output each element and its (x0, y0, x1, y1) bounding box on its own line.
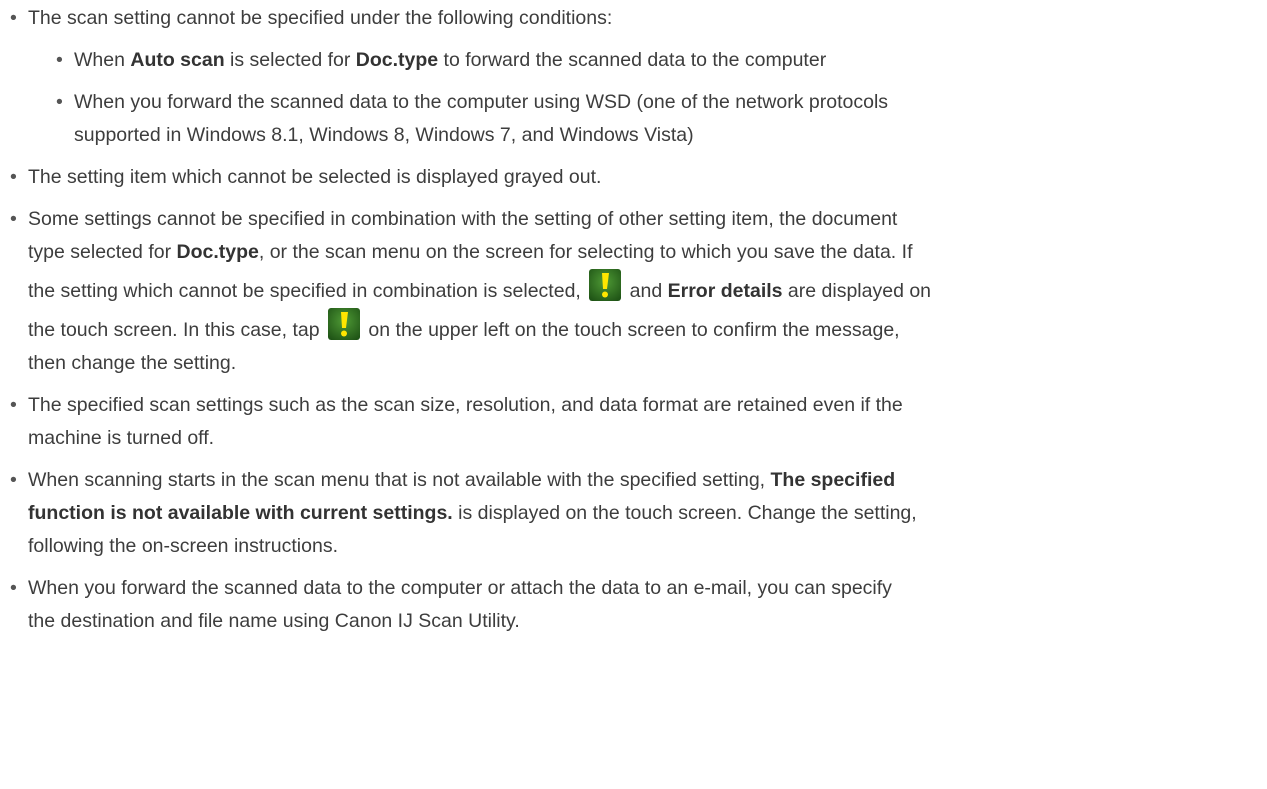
notes-list: The scan setting cannot be specified und… (0, 2, 1267, 638)
note-item-retained-settings: The specified scan settings such as the … (0, 389, 1267, 455)
note-item-grayed-out: The setting item which cannot be selecte… (0, 161, 1267, 194)
warning-exclamation-icon (589, 269, 622, 301)
note-text: The setting item which cannot be selecte… (28, 166, 602, 188)
bold-auto-scan: Auto scan (130, 49, 225, 71)
text-segment: is selected for (224, 49, 356, 71)
bold-doc-type: Doc.type (176, 241, 259, 263)
condition-auto-scan: When Auto scan is selected for Doc.type … (28, 44, 1267, 77)
text-line: When you forward the scanned data to the… (28, 577, 892, 599)
text-segment: to forward the scanned data to the compu… (438, 49, 827, 71)
condition-wsd: When you forward the scanned data to the… (28, 86, 1267, 152)
note-item-scan-conditions: The scan setting cannot be specified und… (0, 2, 1267, 152)
text-segment: and (624, 280, 668, 302)
text-line: then change the setting. (28, 352, 237, 374)
text-segment: , or the scan menu on the screen for sel… (258, 241, 913, 263)
warning-exclamation-icon (328, 308, 361, 340)
text-line: machine is turned off. (28, 427, 215, 449)
text-line: supported in Windows 8.1, Windows 8, Win… (74, 124, 694, 146)
note-item-unavailable-function: When scanning starts in the scan menu th… (0, 464, 1267, 563)
text-segment: When scanning starts in the scan menu th… (28, 469, 771, 491)
text-segment: type selected for (28, 241, 177, 263)
text-line: Some settings cannot be specified in com… (28, 208, 898, 230)
text-line: When you forward the scanned data to the… (74, 91, 889, 113)
bold-doc-type: Doc.type (355, 49, 439, 71)
note-text: The scan setting cannot be specified und… (28, 7, 613, 29)
note-item-destination: When you forward the scanned data to the… (0, 572, 1267, 638)
bold-error-details: Error details (667, 280, 783, 302)
bold-message-part1: The specified (770, 469, 896, 491)
text-segment: are displayed on (782, 280, 932, 302)
text-line: The specified scan settings such as the … (28, 394, 903, 416)
text-line: the destination and file name using Cano… (28, 610, 520, 632)
text-segment: the setting which cannot be specified in… (28, 280, 587, 302)
text-segment: on the upper left on the touch screen to… (363, 319, 900, 341)
conditions-sublist: When Auto scan is selected for Doc.type … (28, 44, 1267, 152)
text-segment: When (74, 49, 131, 71)
text-segment: the touch screen. In this case, tap (28, 319, 326, 341)
text-segment: is displayed on the touch screen. Change… (452, 502, 917, 524)
text-line: following the on-screen instructions. (28, 535, 338, 557)
note-item-combination: Some settings cannot be specified in com… (0, 203, 1267, 380)
bold-message-part2: function is not available with current s… (28, 502, 453, 524)
notes-section: The scan setting cannot be specified und… (0, 2, 1267, 647)
